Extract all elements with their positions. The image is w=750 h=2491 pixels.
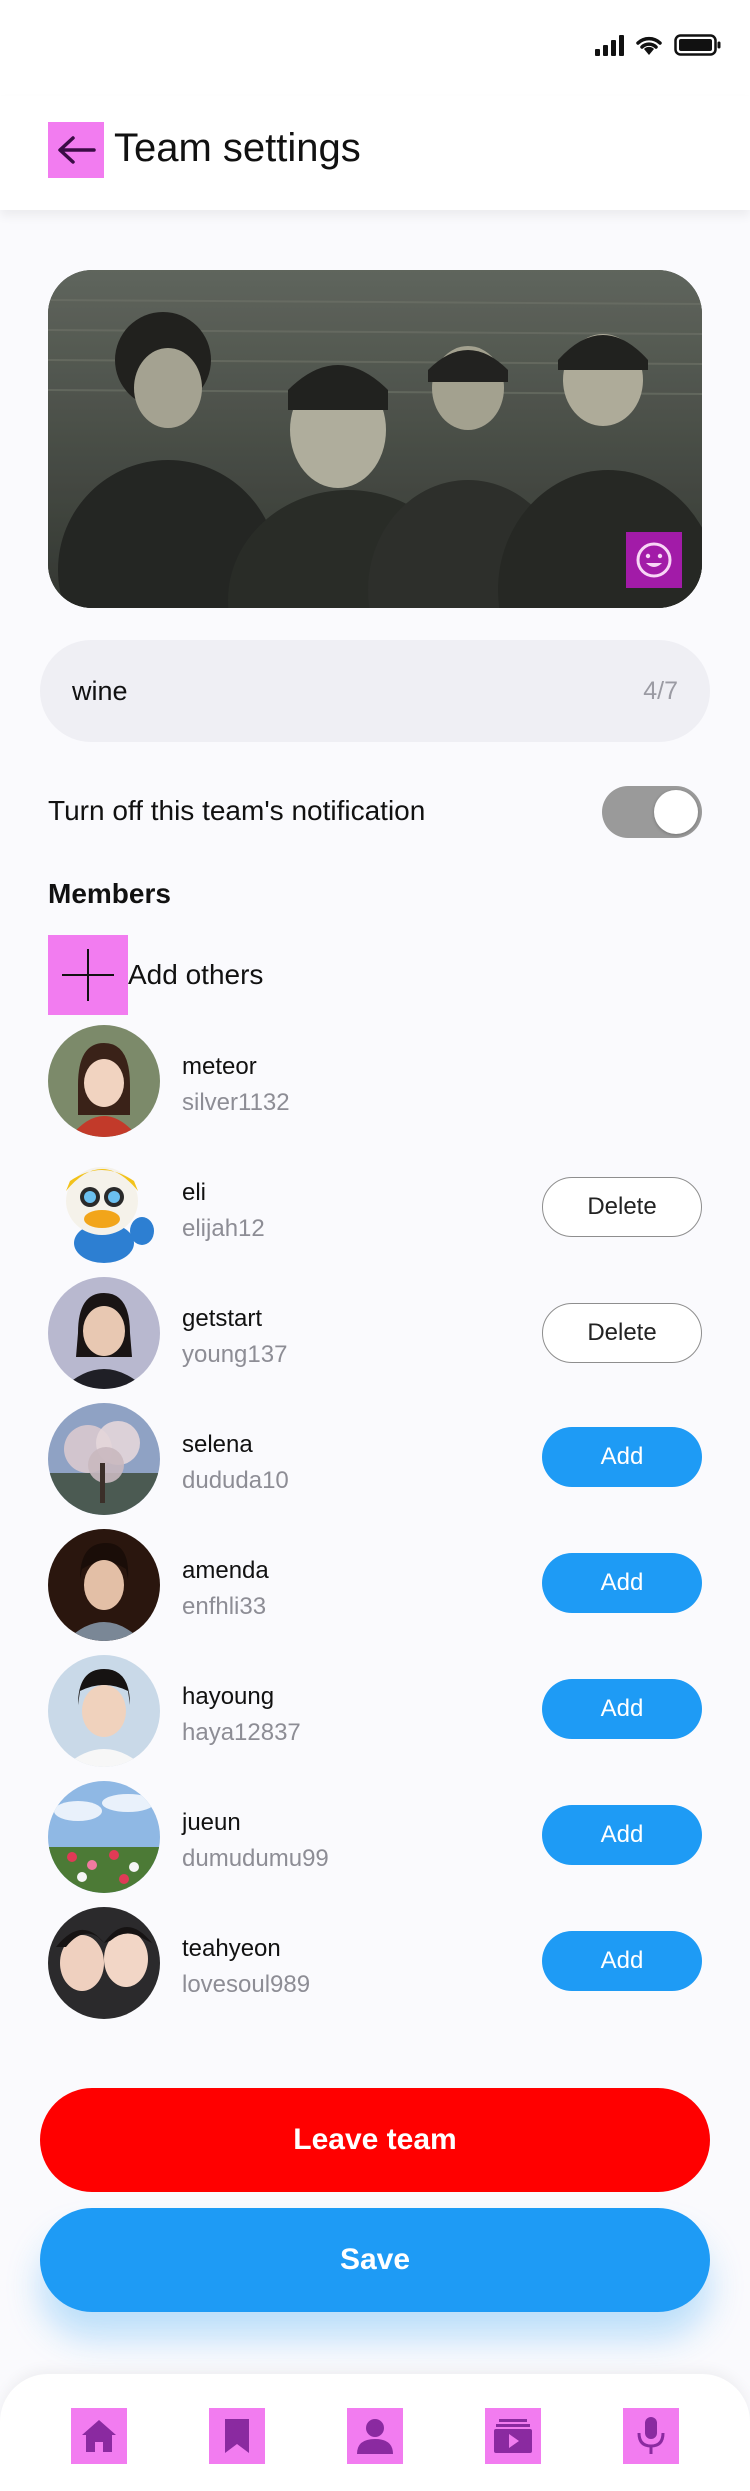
member-row: getstart young137 Delete <box>48 1277 702 1389</box>
status-bar <box>0 0 750 96</box>
members-heading: Members <box>48 878 171 909</box>
avatar <box>48 1655 160 1767</box>
header: Team settings <box>0 96 750 210</box>
wifi-icon <box>636 36 662 55</box>
profile-icon <box>357 2419 393 2454</box>
nav-voice[interactable] <box>623 2408 679 2464</box>
member-id: enfhli33 <box>182 1593 267 1620</box>
status-icons <box>595 30 722 60</box>
member-id: haya12837 <box>182 1719 301 1746</box>
page-title: Team settings <box>114 126 361 170</box>
avatar <box>48 1781 160 1893</box>
avatar <box>48 1529 160 1641</box>
member-id: lovesoul989 <box>182 1971 311 1998</box>
team-photo <box>48 270 702 608</box>
nav-profile[interactable] <box>347 2408 403 2464</box>
bookmark-icon <box>225 2419 249 2453</box>
battery-icon <box>674 34 721 56</box>
delete-member-button[interactable]: Delete <box>542 1303 702 1363</box>
team-name-input[interactable] <box>72 675 644 707</box>
leave-team-button[interactable]: Leave team <box>40 2088 710 2192</box>
signal-icon <box>595 34 624 56</box>
notification-label: Turn off this team's notification <box>48 795 426 826</box>
member-name: hayoung <box>182 1683 275 1710</box>
member-name: meteor <box>182 1053 257 1080</box>
nav-bookmarks[interactable] <box>209 2408 265 2464</box>
avatar <box>48 1907 160 2019</box>
nav-videos[interactable] <box>485 2408 541 2464</box>
name-char-counter: 4/7 <box>643 676 678 705</box>
team-cover-image[interactable] <box>48 270 702 608</box>
add-others-button[interactable]: Add others <box>48 935 263 1015</box>
member-name: eli <box>182 1179 207 1206</box>
delete-member-button[interactable]: Delete <box>542 1177 702 1237</box>
member-id: dududa10 <box>182 1467 289 1494</box>
member-row: amenda enfhli33 Add <box>48 1529 702 1641</box>
member-name: teahyeon <box>182 1935 281 1962</box>
arrow-left-icon <box>58 136 96 164</box>
member-name: jueun <box>182 1809 241 1836</box>
nav-home[interactable] <box>71 2408 127 2464</box>
member-row: hayoung haya12837 Add <box>48 1655 702 1767</box>
member-row: eli elijah12 Delete <box>48 1151 702 1263</box>
avatar <box>48 1277 160 1389</box>
add-member-button[interactable]: Add <box>542 1931 702 1991</box>
bottom-navigation <box>0 2374 750 2491</box>
member-row: teahyeon lovesoul989 Add <box>48 1907 702 2019</box>
member-name: selena <box>182 1431 253 1458</box>
save-button[interactable]: Save <box>40 2208 710 2312</box>
add-others-label: Add others <box>128 959 264 990</box>
notification-toggle[interactable] <box>602 786 702 838</box>
member-row: selena dududa10 Add <box>48 1403 702 1515</box>
member-id: dumudumu99 <box>182 1845 329 1872</box>
member-id: elijah12 <box>182 1215 265 1242</box>
back-button[interactable] <box>48 122 104 178</box>
microphone-icon <box>637 2417 665 2454</box>
video-library-icon <box>494 2419 532 2453</box>
add-member-button[interactable]: Add <box>542 1553 702 1613</box>
member-id: young137 <box>182 1341 288 1368</box>
add-member-button[interactable]: Add <box>542 1679 702 1739</box>
member-row: jueun dumudumu99 Add <box>48 1781 702 1893</box>
avatar <box>48 1151 160 1263</box>
plus-icon <box>48 935 128 1015</box>
change-cover-button[interactable] <box>626 532 682 588</box>
member-row: meteor silver1132 <box>48 1025 702 1137</box>
home-icon <box>82 2420 116 2452</box>
member-id: silver1132 <box>182 1089 290 1116</box>
add-member-button[interactable]: Add <box>542 1427 702 1487</box>
member-name: getstart <box>182 1305 263 1332</box>
member-name: amenda <box>182 1557 269 1584</box>
add-member-button[interactable]: Add <box>542 1805 702 1865</box>
avatar <box>48 1403 160 1515</box>
smiley-icon <box>636 542 672 578</box>
avatar <box>48 1025 160 1137</box>
toggle-knob <box>654 790 698 834</box>
team-name-field[interactable]: 4/7 <box>40 640 710 742</box>
